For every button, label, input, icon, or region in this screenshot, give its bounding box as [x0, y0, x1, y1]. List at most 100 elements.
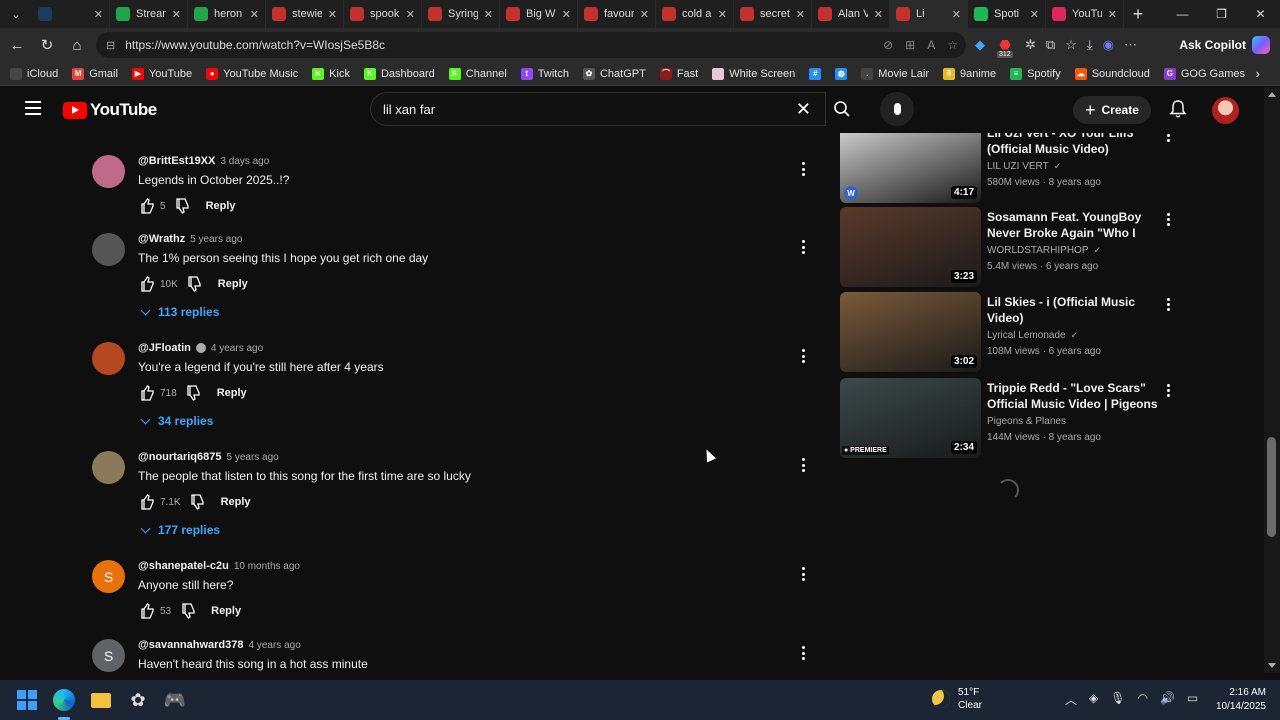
close-tab-icon[interactable]: ✕	[1108, 8, 1117, 21]
taskbar-edge[interactable]	[52, 688, 76, 712]
close-tab-icon[interactable]: ✕	[484, 8, 493, 21]
bookmark-item[interactable]: ✿ ChatGPT	[582, 67, 646, 80]
minimize-button[interactable]: —	[1163, 0, 1202, 28]
youtube-logo[interactable]: YouTube	[63, 100, 157, 120]
dislike-icon[interactable]	[174, 197, 192, 215]
comment-author[interactable]: @nourtariq6875	[138, 451, 221, 463]
back-button[interactable]: ←	[2, 30, 32, 60]
show-hidden-icons[interactable]: ︿	[1065, 691, 1077, 708]
video-thumbnail[interactable]: 3:02	[840, 292, 981, 372]
favorite-star-icon[interactable]: ☆	[947, 38, 958, 52]
browser-tab[interactable]: YouTu ✕	[1046, 0, 1124, 28]
close-tab-icon[interactable]: ✕	[94, 8, 103, 21]
comment-time[interactable]: 10 months ago	[234, 561, 300, 572]
comment-more-icon[interactable]	[798, 162, 808, 176]
commenter-avatar[interactable]	[92, 155, 125, 188]
scroll-up-arrow[interactable]	[1268, 92, 1276, 97]
notifications-bell-icon[interactable]	[1168, 99, 1188, 119]
scroll-down-arrow[interactable]	[1268, 663, 1276, 668]
like-icon[interactable]	[138, 384, 156, 402]
weather-widget[interactable]: 51°F Clear	[932, 686, 982, 712]
voice-search-button[interactable]	[880, 92, 914, 126]
close-tab-icon[interactable]: ✕	[172, 8, 181, 21]
reply-button[interactable]: Reply	[211, 605, 241, 617]
search-input[interactable]: lil xan far ✕	[370, 92, 826, 126]
video-channel[interactable]: Pigeons & Planes	[987, 416, 1066, 427]
bookmark-item[interactable]: ◍	[835, 67, 848, 80]
comment-more-icon[interactable]	[798, 567, 808, 581]
browser-tab[interactable]: Li ✕	[890, 0, 968, 28]
close-tab-icon[interactable]: ✕	[406, 8, 415, 21]
tracking-icon[interactable]: ⊘	[883, 38, 893, 52]
browser-tab[interactable]: cold a ✕	[656, 0, 734, 28]
related-video[interactable]: 3:23 Sosamann Feat. YoungBoy Never Broke …	[840, 207, 1180, 287]
reply-button[interactable]: Reply	[217, 387, 247, 399]
bookmarks-overflow-icon[interactable]: ›	[1256, 66, 1260, 81]
taskbar-app[interactable]: ✿	[126, 688, 150, 712]
bookmark-item[interactable]: iCloud	[10, 67, 58, 80]
commenter-avatar[interactable]	[92, 342, 125, 375]
like-icon[interactable]	[138, 275, 156, 293]
related-video[interactable]: ● PREMIERE 2:34 Trippie Redd - "Love Scars…	[840, 378, 1180, 458]
browser-tab[interactable]: favour ✕	[578, 0, 656, 28]
bookmark-item[interactable]: . Movie Lair	[861, 67, 929, 80]
ask-copilot-button[interactable]: Ask Copilot	[1179, 32, 1270, 58]
comment-author[interactable]: @BrittEst19XX	[138, 155, 215, 167]
url-field[interactable]: ⊟ https://www.youtube.com/watch?v=WIosjS…	[96, 32, 966, 58]
commenter-avatar[interactable]: S	[92, 639, 125, 672]
comment-time[interactable]: 4 years ago	[249, 640, 301, 651]
video-title[interactable]: Trippie Redd - "Love Scars" Official Mus…	[987, 380, 1159, 414]
reply-button[interactable]: Reply	[221, 496, 251, 508]
browser-tab[interactable]: ✕	[32, 0, 110, 28]
taskbar-file-explorer[interactable]	[89, 688, 113, 712]
video-more-icon[interactable]	[1167, 133, 1170, 142]
more-menu-icon[interactable]: ⋯	[1124, 37, 1137, 53]
home-button[interactable]: ⌂	[62, 30, 92, 60]
clear-search-icon[interactable]: ✕	[796, 99, 811, 120]
video-channel[interactable]: LIL UZI VERT ✓	[987, 161, 1061, 172]
video-thumbnail[interactable]: ● PREMIERE 2:34	[840, 378, 981, 458]
bookmark-item[interactable]: #	[809, 67, 822, 80]
close-tab-icon[interactable]: ✕	[952, 8, 961, 21]
commenter-avatar[interactable]	[92, 451, 125, 484]
comment-author[interactable]: @Wrathz	[138, 233, 185, 245]
close-tab-icon[interactable]: ✕	[796, 8, 805, 21]
video-more-icon[interactable]	[1167, 298, 1170, 311]
bookmark-item[interactable]: K Dashboard	[363, 67, 435, 80]
comment-time[interactable]: 5 years ago	[226, 452, 278, 463]
read-aloud-icon[interactable]: A	[927, 38, 935, 52]
bookmark-item[interactable]: M Gmail	[72, 67, 118, 80]
comment-more-icon[interactable]	[798, 349, 808, 363]
comment-time[interactable]: 3 days ago	[220, 156, 269, 167]
close-tab-icon[interactable]: ✕	[328, 8, 337, 21]
dislike-icon[interactable]	[186, 275, 204, 293]
taskbar-game[interactable]: 🎮	[163, 688, 187, 712]
like-icon[interactable]	[138, 602, 156, 620]
view-replies-button[interactable]: 34 replies	[140, 414, 213, 428]
browser-tab[interactable]: secret ✕	[734, 0, 812, 28]
wifi-icon[interactable]: ◠	[1137, 691, 1147, 708]
clock[interactable]: 2:16 AM 10/14/2025	[1216, 686, 1266, 714]
downloads-icon[interactable]: ⤓	[1087, 37, 1093, 53]
comment-more-icon[interactable]	[798, 458, 808, 472]
close-window-button[interactable]: ✕	[1241, 0, 1280, 28]
bookmark-item[interactable]: White Screen	[712, 67, 795, 80]
tab-actions-menu[interactable]: ⌄	[0, 0, 32, 28]
browser-tab[interactable]: Spoti ✕	[968, 0, 1046, 28]
video-title[interactable]: Lil Uzi Vert - XO Tour Llif3 (Official M…	[987, 133, 1159, 157]
video-channel[interactable]: Lyrical Lemonade ✓	[987, 330, 1078, 341]
account-avatar[interactable]	[1212, 97, 1239, 124]
comment-more-icon[interactable]	[798, 646, 808, 660]
dislike-icon[interactable]	[189, 493, 207, 511]
video-thumbnail[interactable]: W 4:17	[840, 133, 981, 203]
favorites-icon[interactable]: ☆	[1065, 37, 1077, 53]
bookmark-item[interactable]: ≡ Spotify	[1010, 67, 1061, 80]
video-more-icon[interactable]	[1167, 213, 1170, 226]
comment-time[interactable]: 4 years ago	[211, 343, 263, 354]
related-video[interactable]: 3:02 Lil Skies - i (Official Music Video)…	[840, 292, 1180, 372]
comment-author[interactable]: @shanepatel-c2u	[138, 560, 229, 572]
extension-diamond-icon[interactable]: ◆	[975, 37, 985, 53]
bookmark-item[interactable]: ● YouTube Music	[206, 67, 298, 80]
reply-button[interactable]: Reply	[218, 278, 248, 290]
comment-author[interactable]: @savannahward378	[138, 639, 244, 651]
